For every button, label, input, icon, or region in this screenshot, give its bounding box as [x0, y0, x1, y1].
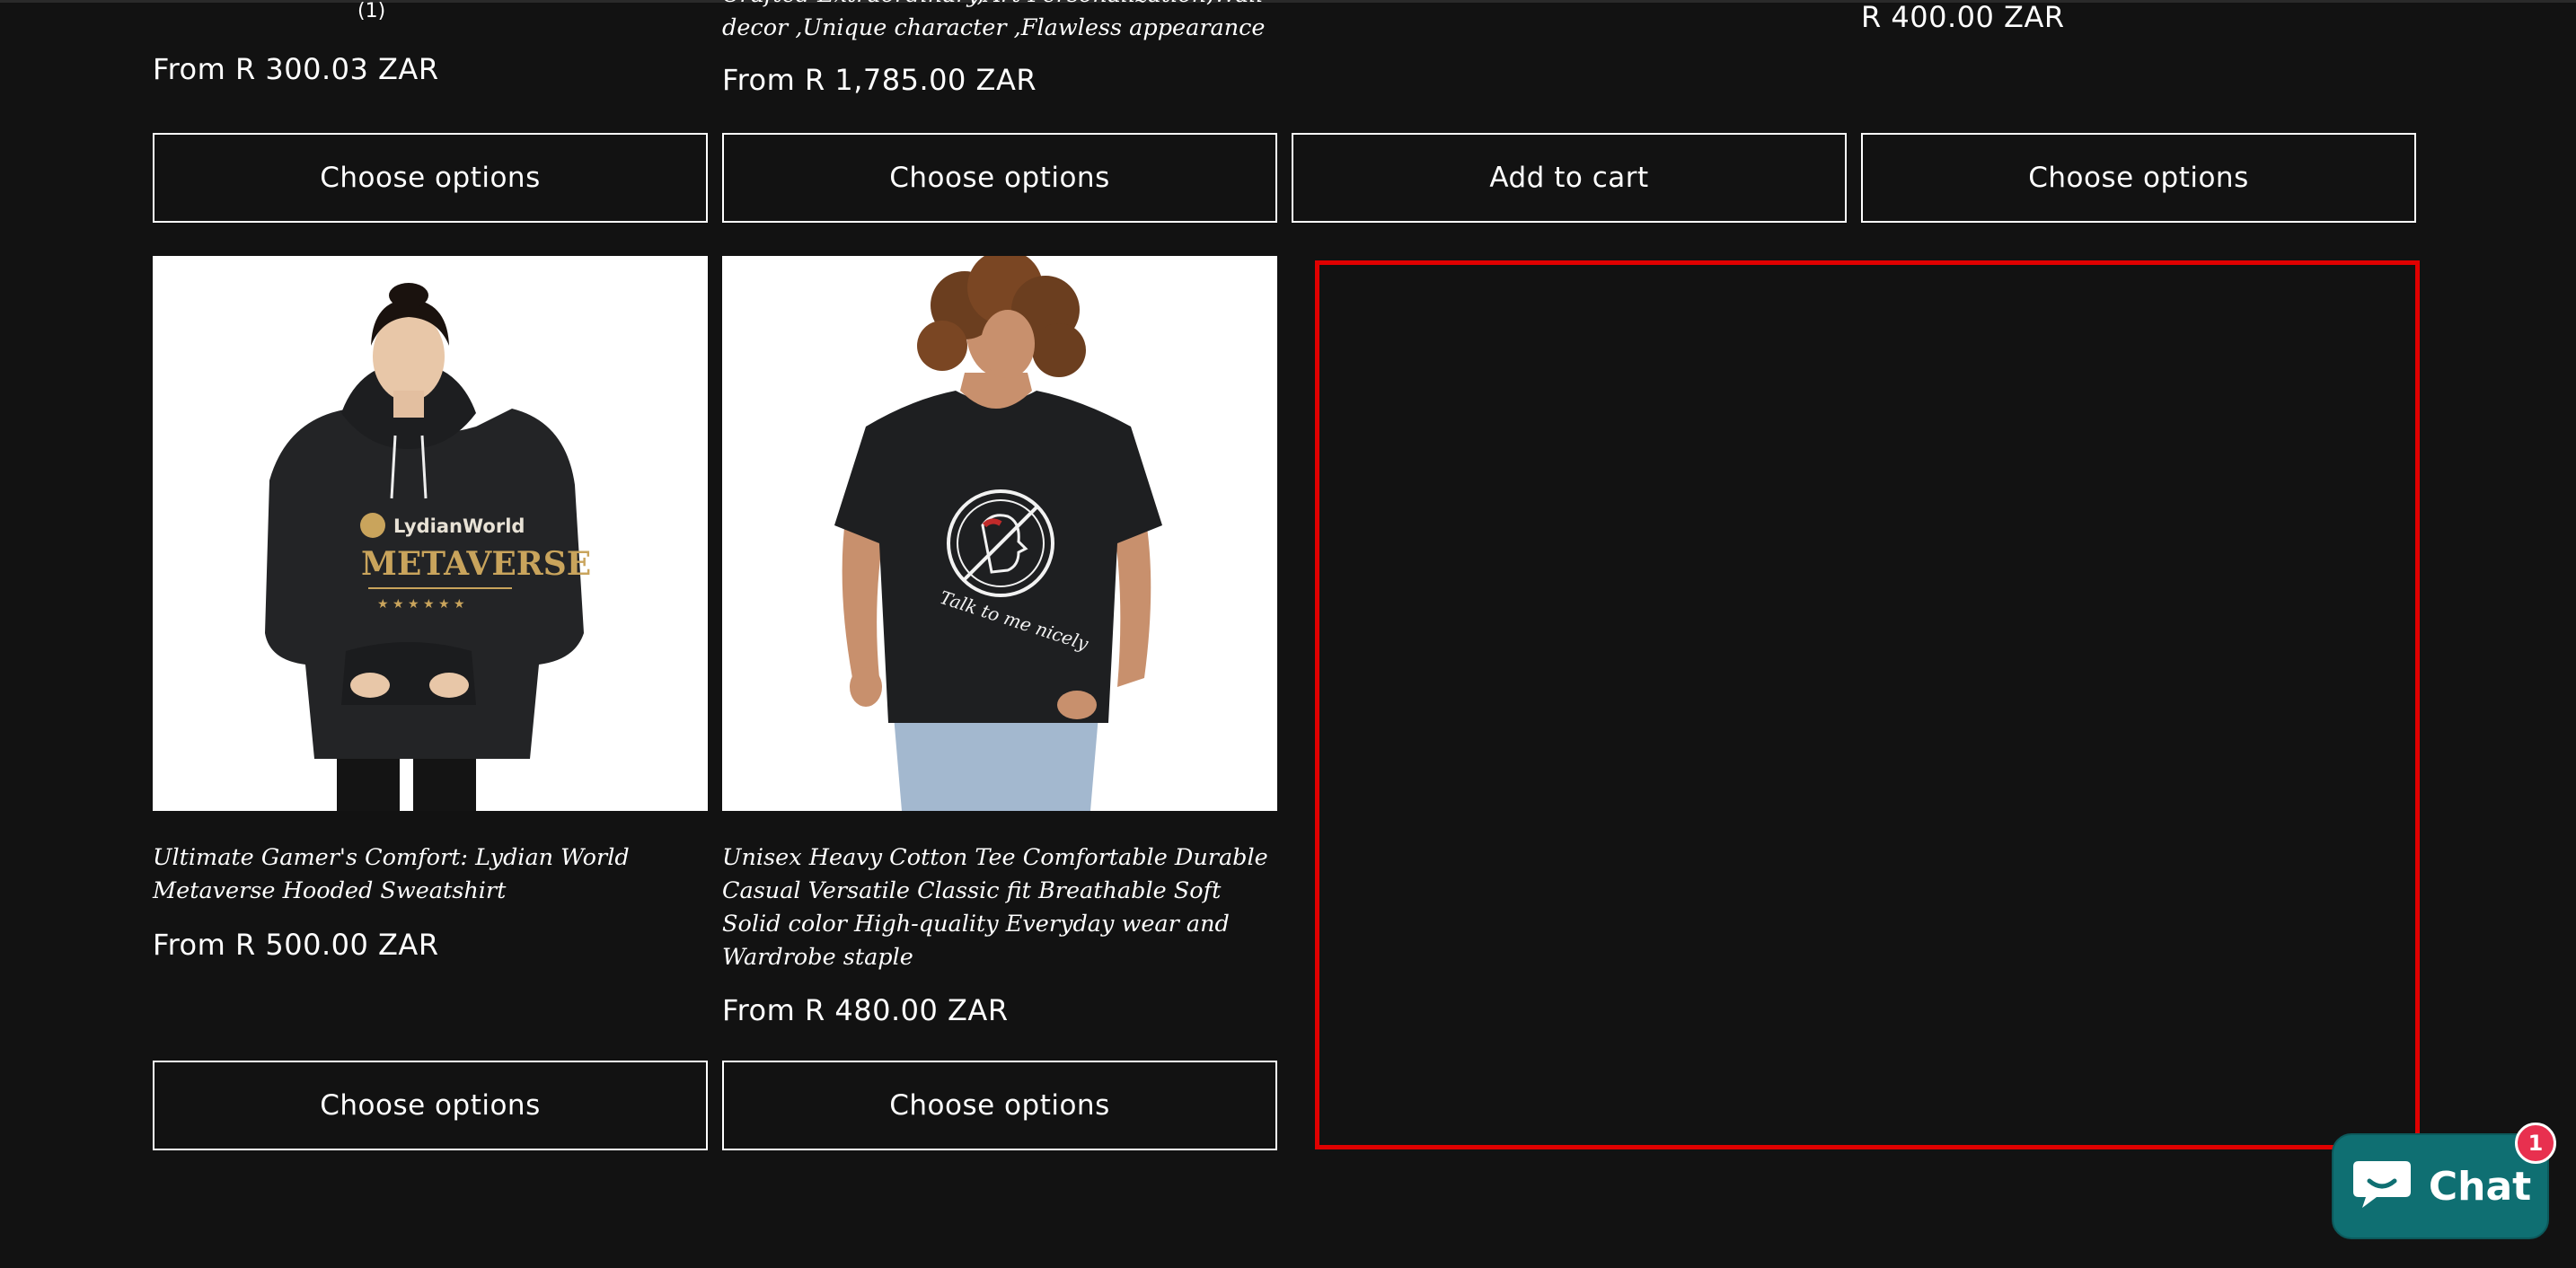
- product-title[interactable]: Ultimate Gamer's Comfort: Lydian World M…: [153, 841, 692, 908]
- choose-options-button[interactable]: Choose options: [722, 1061, 1277, 1150]
- hoodie-brand-print: LydianWorld: [393, 515, 525, 537]
- collection-page: (1) From R 300.03 ZAR Choose options Cra…: [0, 0, 2576, 1268]
- highlight-box: [1315, 260, 2420, 1149]
- chat-bubble-icon: [2350, 1156, 2414, 1217]
- product-price: From R 500.00 ZAR: [153, 928, 439, 962]
- product-image-hoodie[interactable]: LydianWorld METAVERSE ★ ★ ★ ★ ★ ★: [153, 256, 708, 811]
- product-title-clipped[interactable]: Crafted Extraordinary,Art Personalizatio…: [722, 0, 1279, 45]
- choose-options-button[interactable]: Choose options: [153, 1061, 708, 1150]
- tee-photo: Talk to me nicely: [722, 256, 1277, 811]
- product-price: From R 480.00 ZAR: [722, 993, 1009, 1027]
- svg-text:★ ★ ★ ★ ★ ★: ★ ★ ★ ★ ★ ★: [377, 597, 465, 612]
- product-title-text[interactable]: Crafted Extraordinary,Art Personalizatio…: [722, 0, 1279, 45]
- choose-options-button[interactable]: Choose options: [722, 133, 1277, 223]
- product-title[interactable]: Unisex Heavy Cotton Tee Comfortable Dura…: [722, 841, 1279, 974]
- product-image-tee[interactable]: Talk to me nicely: [722, 256, 1277, 811]
- add-to-cart-button[interactable]: Add to cart: [1292, 133, 1847, 223]
- product-price: R 400.00 ZAR: [1861, 0, 2065, 34]
- product-price: From R 300.03 ZAR: [153, 52, 439, 86]
- hoodie-photo: LydianWorld METAVERSE ★ ★ ★ ★ ★ ★: [153, 256, 708, 811]
- top-divider: [0, 0, 2576, 3]
- product-price: From R 1,785.00 ZAR: [722, 63, 1037, 97]
- choose-options-button[interactable]: Choose options: [153, 133, 708, 223]
- chat-button[interactable]: Chat 1: [2332, 1123, 2556, 1239]
- chat-label[interactable]: Chat: [2429, 1164, 2531, 1210]
- rating-count: (1): [357, 0, 386, 22]
- hoodie-main-print: METAVERSE: [361, 545, 591, 583]
- choose-options-button[interactable]: Choose options: [1861, 133, 2416, 223]
- notification-badge: 1: [2515, 1123, 2556, 1164]
